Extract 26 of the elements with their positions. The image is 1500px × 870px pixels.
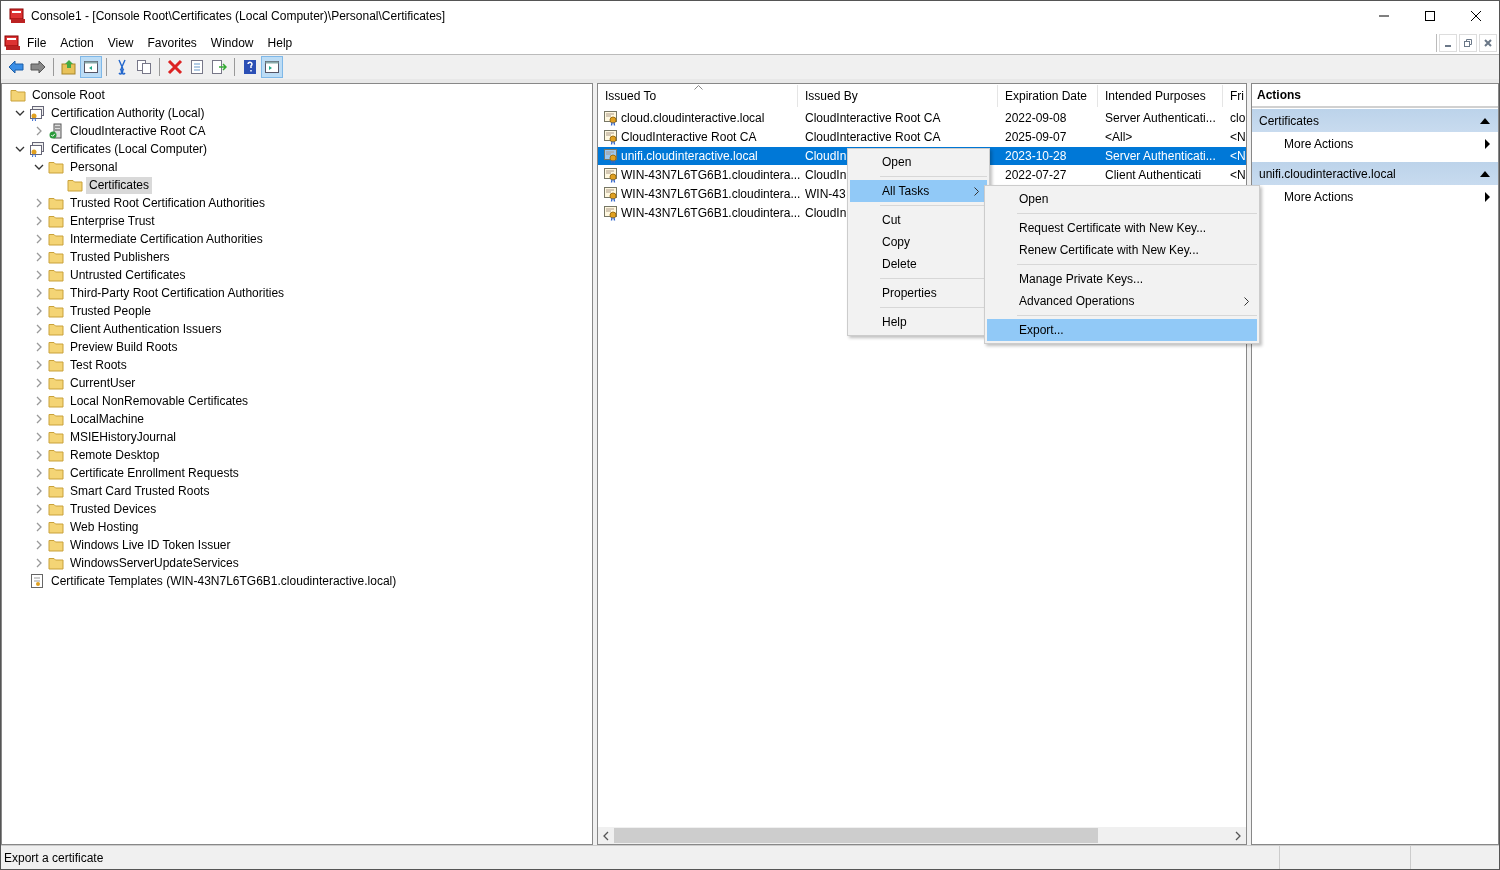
table-cell: <N [1230,149,1246,163]
table-cell: CloudInteractive Root CA [621,130,757,144]
table-cell: 2022-07-27 [1005,168,1067,182]
table-cell: Server Authenticati... [1105,111,1216,125]
table-cell: <N [1230,168,1246,182]
table-cell: clo [1230,111,1246,125]
table-cell: CloudInteractive Root CA [805,130,941,144]
table-cell: CloudInteractive Root CA [805,111,941,125]
table-cell: 2025-09-07 [1005,130,1067,144]
table-cell: WIN-43N7L6TG6B1.cloudintera... [621,168,801,182]
table-cell: <N [1230,130,1246,144]
table-cell: Server Authenticati... [1105,149,1216,163]
status-text: Export a certificate [3,850,105,865]
table-cell: 2022-09-08 [1005,111,1067,125]
table-cell: WIN-43N7L6TG6B1.cloudintera... [621,187,801,201]
table-cell: WIN-43N7L6TG6B1.cloudintera... [621,206,801,220]
table-cell: unifi.cloudinteractive.local [621,149,758,163]
table-cell: WIN-43 [805,187,846,201]
table-cell: <All> [1105,130,1133,144]
table-cell: CloudIn [805,149,847,163]
table-cell: CloudIn [805,168,847,182]
table-cell: Client Authenticati [1105,168,1202,182]
window-title: Console1 - [Console Root\Certificates (Local Computer)\Personal\Certificates] [31,9,447,23]
table-cell: cloud.cloudinteractive.local [621,111,765,125]
table-cell: CloudIn [805,206,847,220]
table-cell: 2023-10-28 [1005,149,1067,163]
